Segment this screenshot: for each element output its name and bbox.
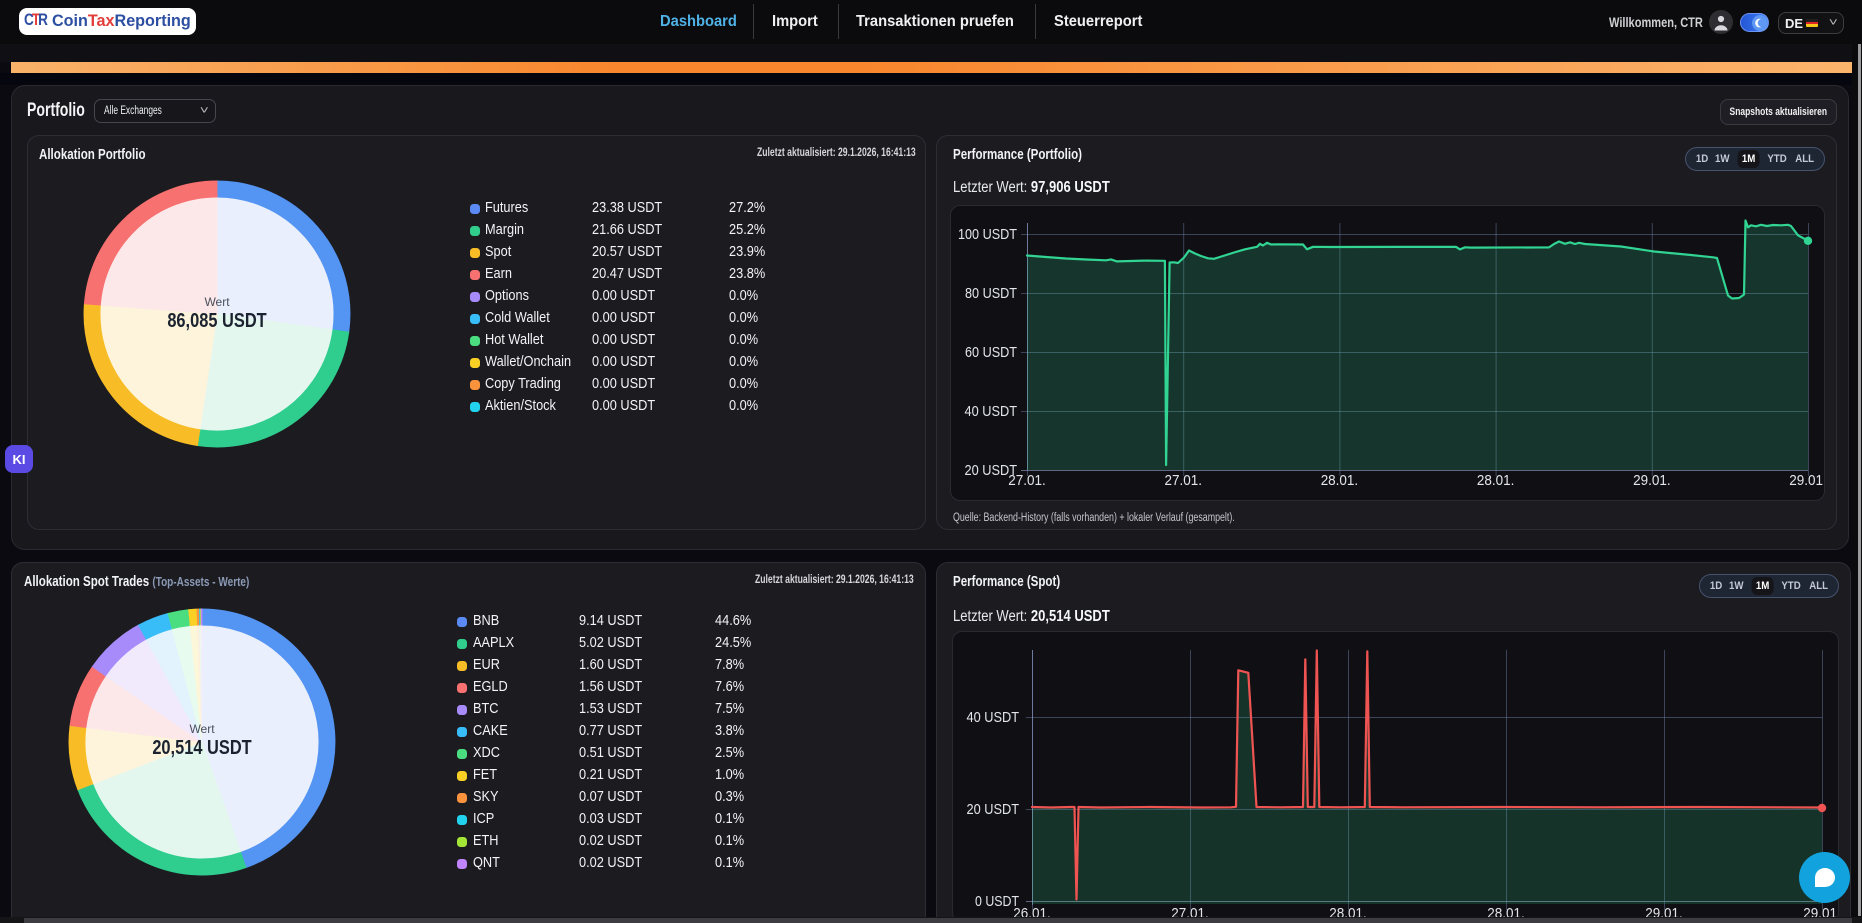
svg-text:28.01.: 28.01. xyxy=(1477,472,1515,489)
svg-text:27.01.: 27.01. xyxy=(1008,472,1046,489)
svg-text:60 USDT: 60 USDT xyxy=(965,344,1017,361)
svg-text:28.01.: 28.01. xyxy=(1321,472,1359,489)
svg-text:40 USDT: 40 USDT xyxy=(967,709,1020,726)
svg-text:29.01.: 29.01. xyxy=(1789,472,1825,489)
svg-text:100 USDT: 100 USDT xyxy=(958,226,1017,243)
svg-text:40 USDT: 40 USDT xyxy=(965,403,1018,420)
svg-text:29.01.: 29.01. xyxy=(1633,472,1671,489)
svg-text:27.01.: 27.01. xyxy=(1165,472,1203,489)
svg-text:20 USDT: 20 USDT xyxy=(967,801,1020,818)
svg-text:80 USDT: 80 USDT xyxy=(965,285,1017,302)
